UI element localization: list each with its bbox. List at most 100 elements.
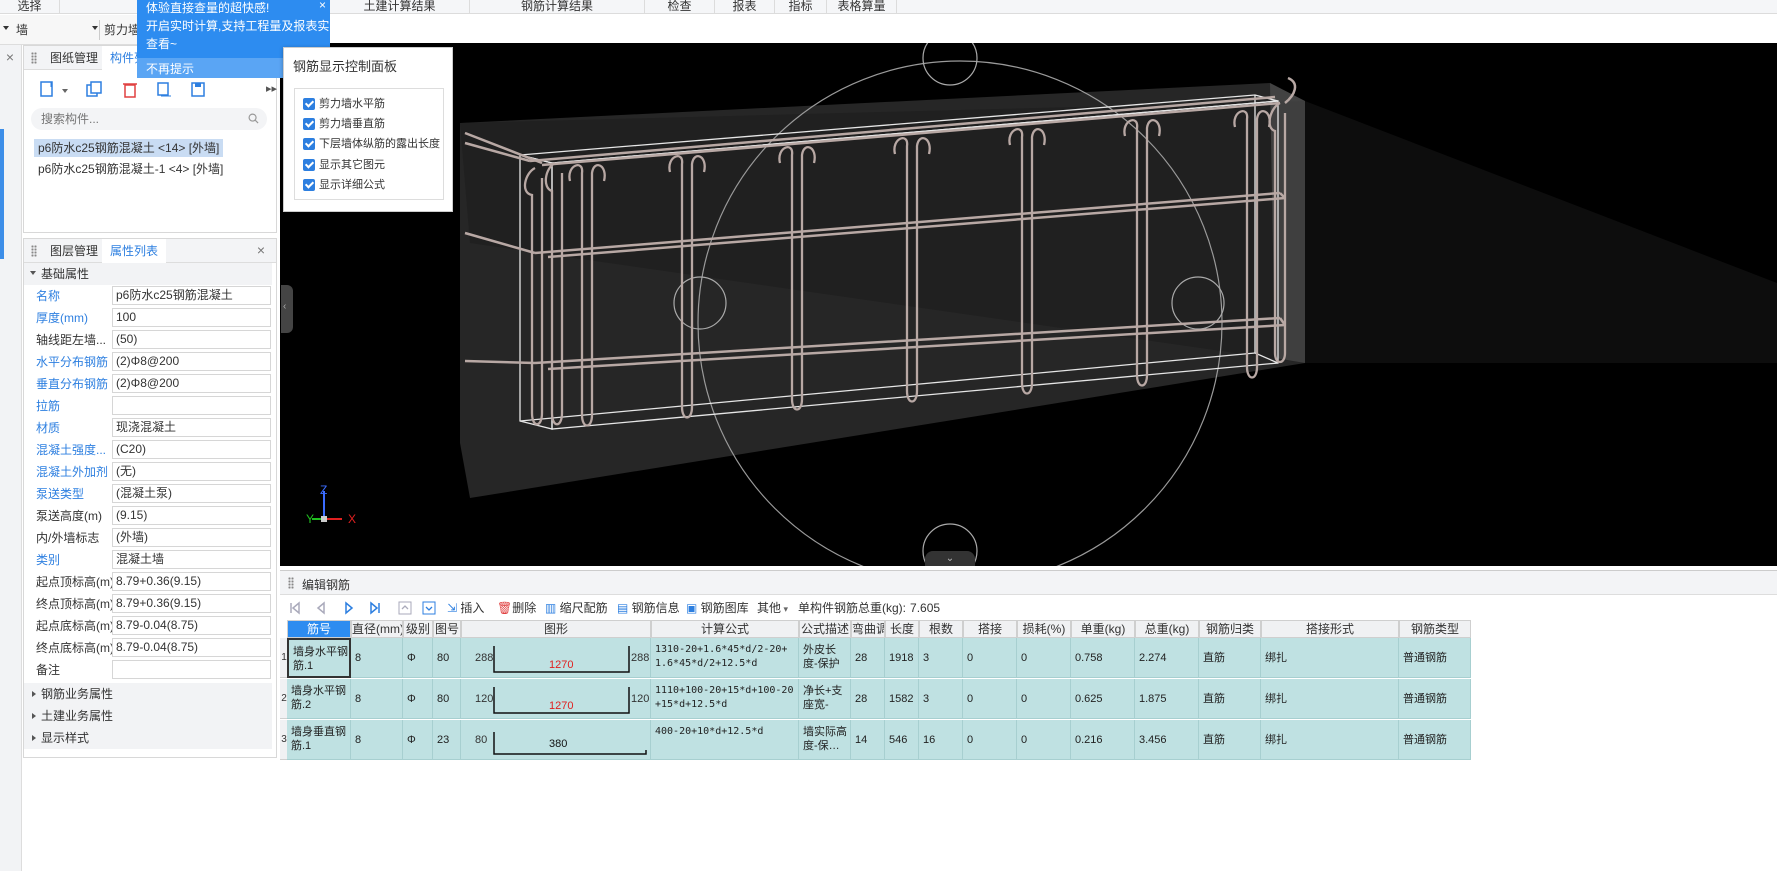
- tab-select[interactable]: 选择: [0, 0, 60, 14]
- table-cell-category[interactable]: 直筋: [1199, 720, 1261, 760]
- table-cell-rebar-type[interactable]: 普通钢筋: [1399, 679, 1471, 719]
- table-cell-loss[interactable]: 0: [1017, 638, 1071, 678]
- property-row[interactable]: 类别 混凝土墙: [24, 549, 272, 571]
- insert-button[interactable]: ⇲ 插入: [447, 600, 484, 616]
- property-value-field[interactable]: (50): [112, 330, 271, 349]
- rebar-library-button[interactable]: ▣ 钢筋图库: [686, 600, 749, 616]
- table-cell-diameter[interactable]: 8: [351, 720, 403, 760]
- property-row[interactable]: 厚度(mm) 100: [24, 307, 272, 329]
- table-cell-bend[interactable]: 28: [851, 679, 885, 719]
- property-row[interactable]: 混凝土强度... (C20): [24, 439, 272, 461]
- property-row[interactable]: 备注: [24, 659, 272, 681]
- table-cell-lap-type[interactable]: 绑扎: [1261, 638, 1399, 678]
- property-value-field[interactable]: 混凝土墙: [112, 550, 271, 569]
- table-cell-unit-wt[interactable]: 0.758: [1071, 638, 1135, 678]
- property-row[interactable]: 泵送类型 (混凝土泵): [24, 483, 272, 505]
- close-icon[interactable]: ×: [254, 243, 268, 257]
- column-header[interactable]: 单重(kg): [1071, 620, 1135, 638]
- prev-record-icon[interactable]: [314, 601, 328, 615]
- table-cell-fig[interactable]: 80: [433, 679, 461, 719]
- column-header[interactable]: 搭接: [963, 620, 1017, 638]
- property-row[interactable]: 轴线距左墙... (50): [24, 329, 272, 351]
- search-icon[interactable]: [248, 113, 259, 124]
- table-cell-loss[interactable]: 0: [1017, 679, 1071, 719]
- table-cell-lap[interactable]: 0: [963, 720, 1017, 760]
- rebar-shape-cell[interactable]: 288 1270 288: [461, 638, 651, 678]
- property-row[interactable]: 材质 现浇混凝土: [24, 417, 272, 439]
- column-header[interactable]: 长度: [885, 620, 919, 638]
- drag-handle-icon[interactable]: [288, 577, 294, 589]
- first-record-icon[interactable]: [288, 601, 302, 615]
- save-icon[interactable]: [188, 80, 210, 100]
- property-value-field[interactable]: (9.15): [112, 506, 271, 525]
- property-value-field[interactable]: 8.79+0.36(9.15): [112, 594, 271, 613]
- table-cell-loss[interactable]: 0: [1017, 720, 1071, 760]
- table-cell-grade[interactable]: Φ: [403, 638, 433, 678]
- property-row[interactable]: 拉筋: [24, 395, 272, 417]
- column-header[interactable]: 筋号: [287, 620, 351, 638]
- table-cell-desc[interactable]: 墙实际高度-保…: [799, 720, 851, 760]
- table-cell-count[interactable]: 16: [919, 720, 963, 760]
- group-rebar-properties[interactable]: 钢筋业务属性: [24, 683, 272, 705]
- close-icon[interactable]: ×: [319, 0, 326, 12]
- property-value-field[interactable]: 8.79-0.04(8.75): [112, 638, 271, 657]
- table-cell-desc[interactable]: 外皮长度-保护层…: [799, 638, 851, 678]
- move-up-icon[interactable]: [398, 601, 412, 615]
- table-cell-lap[interactable]: 0: [963, 638, 1017, 678]
- table-cell-formula[interactable]: 1310-20+1.6*45*d/2-20+1.6*45*d/2+12.5*d: [651, 638, 799, 678]
- table-cell-bend[interactable]: 14: [851, 720, 885, 760]
- column-header[interactable]: 搭接形式: [1261, 620, 1399, 638]
- column-header[interactable]: 图号: [433, 620, 461, 638]
- table-cell-name[interactable]: 墙身水平钢筋.2: [287, 679, 351, 719]
- group-basic-properties[interactable]: 基础属性: [24, 263, 272, 285]
- property-row[interactable]: 名称 p6防水c25钢筋混凝土: [24, 285, 272, 307]
- property-value-field[interactable]: (C20): [112, 440, 271, 459]
- table-cell-total-wt[interactable]: 3.456: [1135, 720, 1199, 760]
- property-value-field[interactable]: p6防水c25钢筋混凝土: [112, 286, 271, 305]
- delete-button[interactable]: 🗑删除: [497, 600, 536, 616]
- table-cell-total-wt[interactable]: 2.274: [1135, 638, 1199, 678]
- property-value-field[interactable]: (外墙): [112, 528, 271, 547]
- rebar-info-button[interactable]: ▤ 钢筋信息: [617, 600, 680, 616]
- rebar-shape-cell[interactable]: 80 380: [461, 720, 651, 760]
- component-item[interactable]: p6防水c25钢筋混凝土-1 <4> [外墙]: [34, 160, 227, 178]
- last-record-icon[interactable]: [368, 601, 382, 615]
- column-header[interactable]: 钢筋类型: [1399, 620, 1471, 638]
- property-row[interactable]: 水平分布钢筋 (2)Φ8@200: [24, 351, 272, 373]
- table-cell-length[interactable]: 546: [885, 720, 919, 760]
- chevron-down-icon[interactable]: [3, 26, 9, 30]
- move-down-icon[interactable]: [422, 601, 436, 615]
- close-icon[interactable]: ×: [3, 50, 17, 64]
- property-row[interactable]: 泵送高度(m) (9.15): [24, 505, 272, 527]
- table-cell-name[interactable]: 墙身垂直钢筋.1: [287, 720, 351, 760]
- property-value-field[interactable]: 100: [112, 308, 271, 327]
- table-cell-category[interactable]: 直筋: [1199, 638, 1261, 678]
- table-cell-category[interactable]: 直筋: [1199, 679, 1261, 719]
- layer-copy-icon[interactable]: [154, 80, 176, 100]
- element-type-select[interactable]: 墙: [12, 20, 100, 40]
- property-row[interactable]: 垂直分布钢筋 (2)Φ8@200: [24, 373, 272, 395]
- 3d-viewport[interactable]: Z Y X ⌄: [280, 43, 1777, 566]
- column-header[interactable]: 级别: [403, 620, 433, 638]
- property-row[interactable]: 终点顶标高(m) 8.79+0.36(9.15): [24, 593, 272, 615]
- checkbox-icon[interactable]: [303, 179, 315, 191]
- property-row[interactable]: 混凝土外加剂 (无): [24, 461, 272, 483]
- search-input[interactable]: [41, 110, 241, 128]
- table-cell-length[interactable]: 1582: [885, 679, 919, 719]
- table-cell-diameter[interactable]: 8: [351, 638, 403, 678]
- table-cell-lap[interactable]: 0: [963, 679, 1017, 719]
- column-header[interactable]: 总重(kg): [1135, 620, 1199, 638]
- table-cell-lap-type[interactable]: 绑扎: [1261, 720, 1399, 760]
- table-cell-unit-wt[interactable]: 0.625: [1071, 679, 1135, 719]
- table-cell-desc[interactable]: 净长+支座宽-保…: [799, 679, 851, 719]
- table-cell-grade[interactable]: Φ: [403, 679, 433, 719]
- column-header[interactable]: 损耗(%): [1017, 620, 1071, 638]
- collapse-bottom-icon[interactable]: ⌄: [925, 551, 975, 566]
- property-value-field[interactable]: (2)Φ8@200: [112, 352, 271, 371]
- table-cell-lap-type[interactable]: 绑扎: [1261, 679, 1399, 719]
- tab-rebar-results[interactable]: 钢筋计算结果: [470, 0, 645, 14]
- tab-report[interactable]: 报表: [715, 0, 775, 14]
- table-cell-formula[interactable]: 400-20+10*d+12.5*d: [651, 720, 799, 760]
- scale-rebar-button[interactable]: ▥ 缩尺配筋: [545, 600, 608, 616]
- property-row[interactable]: 起点顶标高(m) 8.79+0.36(9.15): [24, 571, 272, 593]
